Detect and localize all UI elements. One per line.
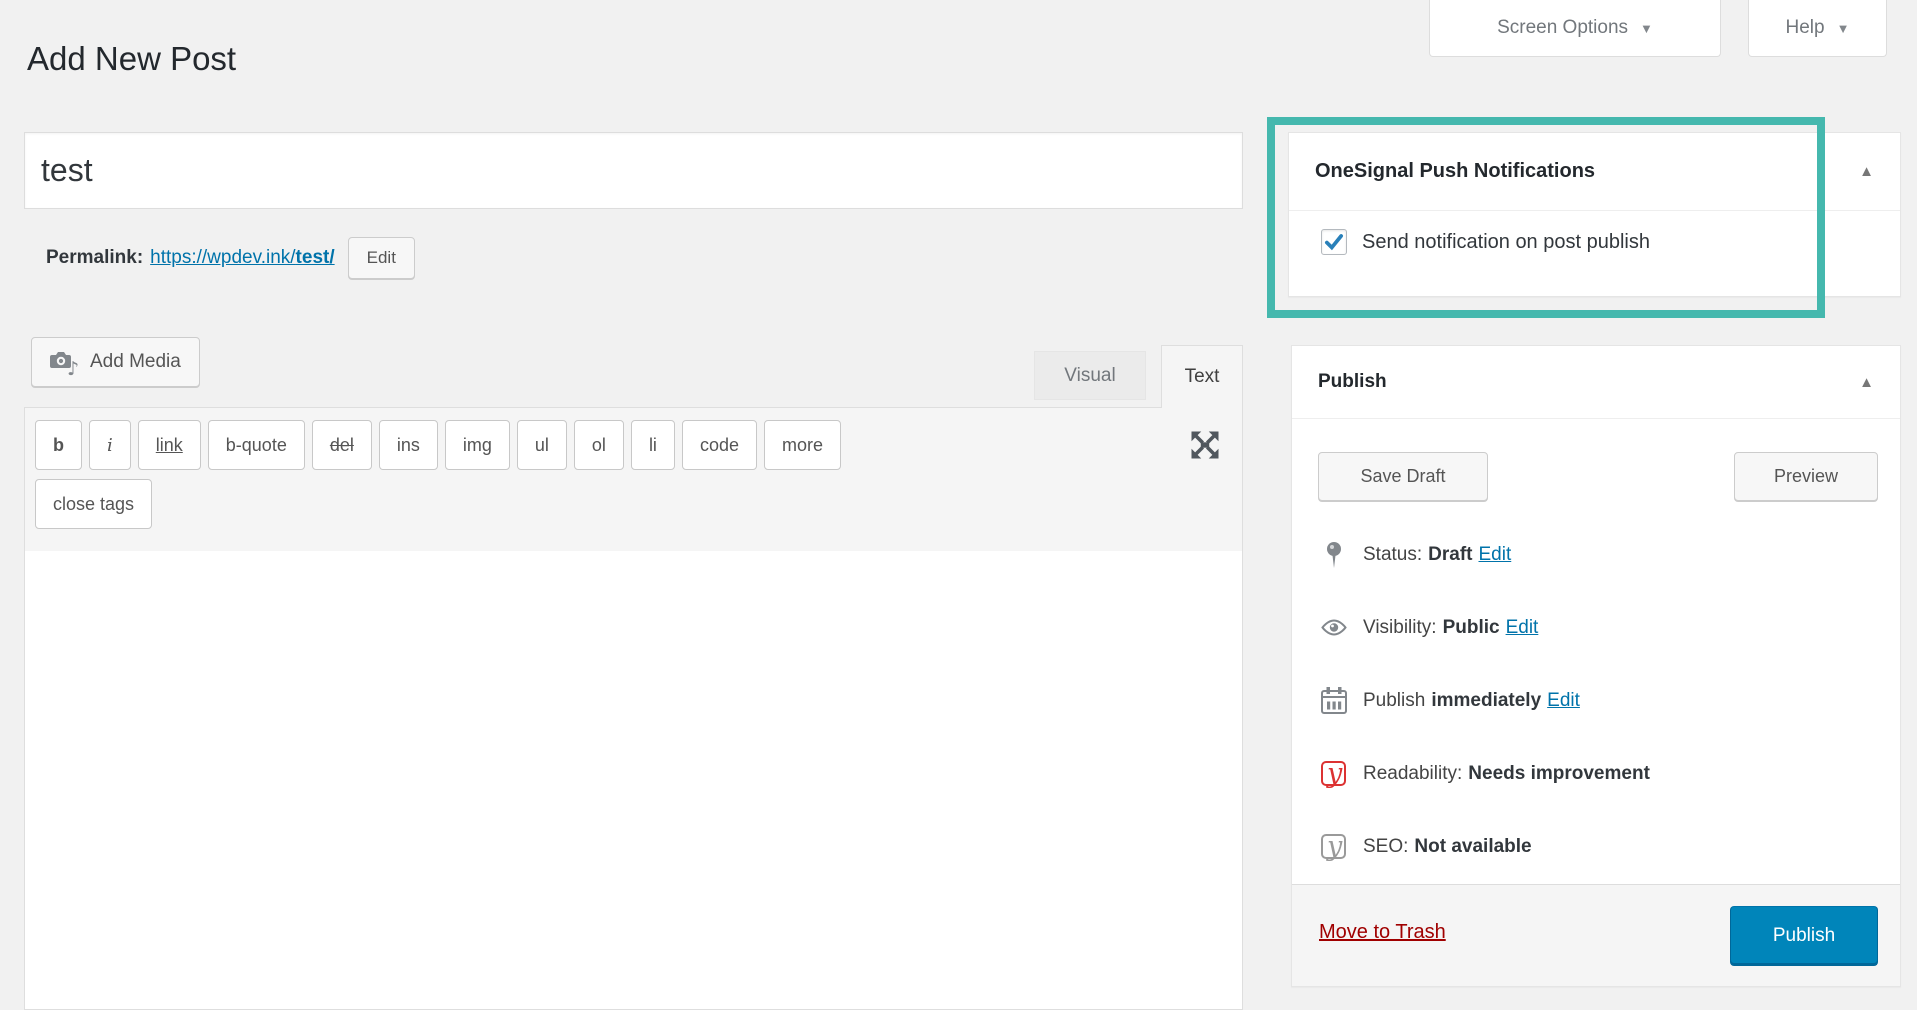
onesignal-panel: OneSignal Push Notifications ▲ Send noti…	[1288, 132, 1901, 297]
qt-link-button[interactable]: link	[138, 420, 201, 470]
fullscreen-expand-icon[interactable]	[1186, 426, 1224, 464]
qt-li-button[interactable]: li	[631, 420, 675, 470]
publish-status-rows: Status: Draft Edit Visibility: Public Ed…	[1292, 518, 1900, 883]
qt-bquote-button[interactable]: b-quote	[208, 420, 305, 470]
readability-row: y Readability: Needs improvement	[1292, 737, 1900, 810]
qt-italic-button[interactable]: i	[89, 420, 131, 470]
qt-img-button[interactable]: img	[445, 420, 510, 470]
qt-more-button[interactable]: more	[764, 420, 841, 470]
preview-button[interactable]: Preview	[1734, 452, 1878, 501]
help-label: Help	[1786, 17, 1825, 39]
media-icon: ♪	[50, 349, 80, 375]
publish-panel-title: Publish	[1318, 371, 1859, 393]
post-title-input[interactable]	[24, 132, 1243, 209]
svg-text:y: y	[1326, 831, 1343, 862]
quicktags-toolbar: b i link b-quote del ins img ul ol li co…	[25, 408, 1242, 529]
page-title: Add New Post	[27, 40, 236, 78]
permalink-label: Permalink:	[46, 247, 143, 269]
collapse-arrow-icon[interactable]: ▲	[1859, 163, 1874, 180]
status-value: Draft	[1428, 544, 1472, 566]
seo-value: Not available	[1414, 836, 1531, 858]
qt-ins-button[interactable]: ins	[379, 420, 438, 470]
post-content-textarea[interactable]	[25, 551, 1242, 1009]
quicktags-row-2: close tags	[35, 479, 1232, 529]
qt-ol-button[interactable]: ol	[574, 420, 624, 470]
visibility-row: Visibility: Public Edit	[1292, 591, 1900, 664]
schedule-value: immediately	[1431, 690, 1541, 712]
onesignal-panel-header: OneSignal Push Notifications ▲	[1289, 133, 1900, 211]
readability-value: Needs improvement	[1468, 763, 1650, 785]
onesignal-panel-body: Send notification on post publish	[1289, 211, 1900, 255]
caret-down-icon: ▼	[1640, 21, 1653, 36]
editor-region: ♪ Add Media Visual Text b i link b-quote…	[24, 337, 1243, 1010]
schedule-label: Publish	[1363, 690, 1425, 712]
tab-text[interactable]: Text	[1161, 345, 1243, 408]
permalink-link[interactable]: https://wpdev.ink/test/	[150, 247, 334, 269]
screen-options-label: Screen Options	[1497, 17, 1628, 39]
add-media-label: Add Media	[90, 351, 181, 373]
seo-row: y SEO: Not available	[1292, 810, 1900, 883]
edit-status-link[interactable]: Edit	[1479, 544, 1512, 566]
schedule-row: Publish immediately Edit	[1292, 664, 1900, 737]
editor-container: b i link b-quote del ins img ul ol li co…	[24, 407, 1243, 1010]
help-tab[interactable]: Help ▼	[1748, 0, 1887, 57]
checkmark-icon	[1323, 231, 1345, 253]
tab-visual[interactable]: Visual	[1034, 351, 1146, 400]
visibility-value: Public	[1443, 617, 1500, 639]
caret-down-icon: ▼	[1837, 21, 1850, 36]
publish-panel-header: Publish ▲	[1292, 346, 1900, 419]
publish-panel: Publish ▲ Save Draft Preview Status: Dra…	[1291, 345, 1901, 987]
status-label: Status:	[1363, 544, 1422, 566]
move-to-trash-link[interactable]: Move to Trash	[1319, 921, 1446, 944]
svg-text:♪: ♪	[67, 358, 79, 380]
yoast-seo-icon: y	[1319, 832, 1349, 862]
edit-visibility-link[interactable]: Edit	[1506, 617, 1539, 639]
status-row: Status: Draft Edit	[1292, 518, 1900, 591]
permalink-row: Permalink: https://wpdev.ink/test/ Edit	[46, 236, 415, 280]
send-notification-checkbox[interactable]	[1321, 229, 1347, 255]
calendar-icon	[1319, 687, 1349, 714]
svg-text:y: y	[1326, 758, 1343, 789]
pin-status-icon	[1319, 541, 1349, 569]
yoast-readability-icon: y	[1319, 759, 1349, 789]
publish-panel-footer: Move to Trash Publish	[1292, 884, 1900, 986]
readability-label: Readability:	[1363, 763, 1462, 785]
qt-close-tags-button[interactable]: close tags	[35, 479, 152, 529]
qt-code-button[interactable]: code	[682, 420, 757, 470]
qt-del-button[interactable]: del	[312, 420, 372, 470]
send-notification-label: Send notification on post publish	[1362, 231, 1650, 254]
visibility-label: Visibility:	[1363, 617, 1437, 639]
qt-ul-button[interactable]: ul	[517, 420, 567, 470]
screen-options-tab[interactable]: Screen Options ▼	[1429, 0, 1721, 57]
add-media-button[interactable]: ♪ Add Media	[31, 337, 200, 387]
edit-permalink-button[interactable]: Edit	[348, 237, 415, 279]
onesignal-panel-title: OneSignal Push Notifications	[1315, 160, 1859, 183]
publish-button[interactable]: Publish	[1730, 906, 1878, 966]
edit-schedule-link[interactable]: Edit	[1547, 690, 1580, 712]
seo-label: SEO:	[1363, 836, 1408, 858]
qt-bold-button[interactable]: b	[35, 420, 82, 470]
eye-visibility-icon	[1319, 618, 1349, 637]
save-draft-button[interactable]: Save Draft	[1318, 452, 1488, 501]
quicktags-row-1: b i link b-quote del ins img ul ol li co…	[35, 420, 1232, 470]
collapse-arrow-icon[interactable]: ▲	[1859, 374, 1874, 391]
